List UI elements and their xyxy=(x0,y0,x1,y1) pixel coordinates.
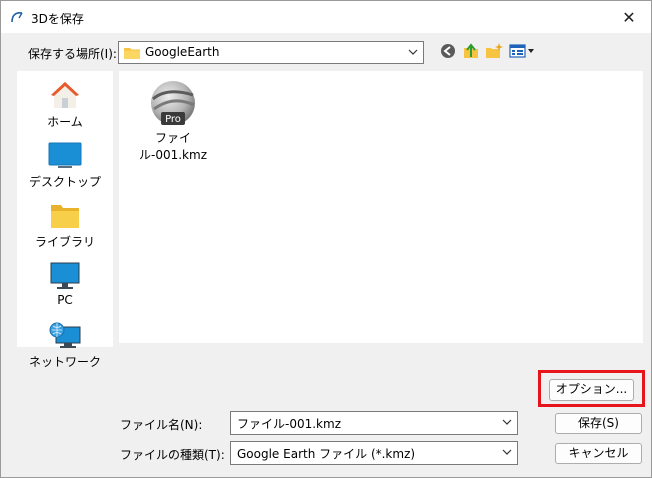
app-logo-icon xyxy=(11,12,23,23)
place-desktop[interactable]: デスクトップ xyxy=(17,141,113,190)
highlight-box xyxy=(538,370,645,407)
places-bar: ホーム デスクトップ ライブラリ PC ネットワーク xyxy=(17,71,113,369)
cancel-button[interactable]: キャンセル xyxy=(555,443,642,464)
place-label: デスクトップ xyxy=(28,175,101,189)
title-bar: 3Dを保存 ✕ xyxy=(1,1,651,33)
location-value: GoogleEarth xyxy=(145,45,220,59)
filetype-label: ファイルの種類(T): xyxy=(120,448,225,462)
view-menu-icon[interactable] xyxy=(509,42,535,60)
file-name: ファイル-001.kmz xyxy=(139,131,207,162)
window-title: 3Dを保存 xyxy=(31,12,84,26)
chevron-down-icon[interactable] xyxy=(502,416,512,428)
library-icon xyxy=(51,205,79,228)
place-library[interactable]: ライブラリ xyxy=(17,201,113,250)
place-home[interactable]: ホーム xyxy=(17,79,113,130)
filetype-select[interactable]: Google Earth ファイル (*.kmz) xyxy=(230,441,518,465)
place-label: ライブラリ xyxy=(34,235,95,249)
google-earth-pro-icon: Pro xyxy=(151,81,195,125)
filename-input[interactable]: ファイル-001.kmz xyxy=(230,411,518,435)
file-badge: Pro xyxy=(165,114,181,125)
location-combo[interactable]: GoogleEarth xyxy=(118,41,424,64)
place-label: ネットワーク xyxy=(28,355,101,369)
chevron-down-icon xyxy=(408,49,418,55)
desktop-icon xyxy=(48,142,82,168)
file-list: Pro ファイル-001.kmz xyxy=(119,71,643,343)
filename-value: ファイル-001.kmz xyxy=(237,417,341,431)
close-icon: ✕ xyxy=(622,7,636,27)
save-button[interactable]: 保存(S) xyxy=(555,413,642,434)
home-icon xyxy=(51,82,79,108)
file-item[interactable]: Pro ファイル-001.kmz xyxy=(129,79,217,163)
chevron-down-icon xyxy=(502,449,512,455)
filetype-value: Google Earth ファイル (*.kmz) xyxy=(237,447,416,461)
up-folder-icon[interactable] xyxy=(462,42,480,60)
place-label: PC xyxy=(57,293,73,307)
filename-label: ファイル名(N): xyxy=(120,418,203,432)
location-label: 保存する場所(I): xyxy=(28,47,117,61)
place-network[interactable]: ネットワーク xyxy=(17,321,113,370)
network-icon xyxy=(49,322,81,348)
place-label: ホーム xyxy=(47,115,83,129)
new-folder-icon[interactable] xyxy=(485,42,503,60)
back-icon[interactable] xyxy=(439,42,457,60)
folder-icon xyxy=(124,48,140,59)
place-pc[interactable]: PC xyxy=(17,261,113,307)
pc-icon xyxy=(50,262,80,289)
close-button[interactable]: ✕ xyxy=(607,1,651,33)
save-dialog: 3Dを保存 ✕ 保存する場所(I): GoogleEarth ホーム デスクトッ… xyxy=(0,0,652,478)
